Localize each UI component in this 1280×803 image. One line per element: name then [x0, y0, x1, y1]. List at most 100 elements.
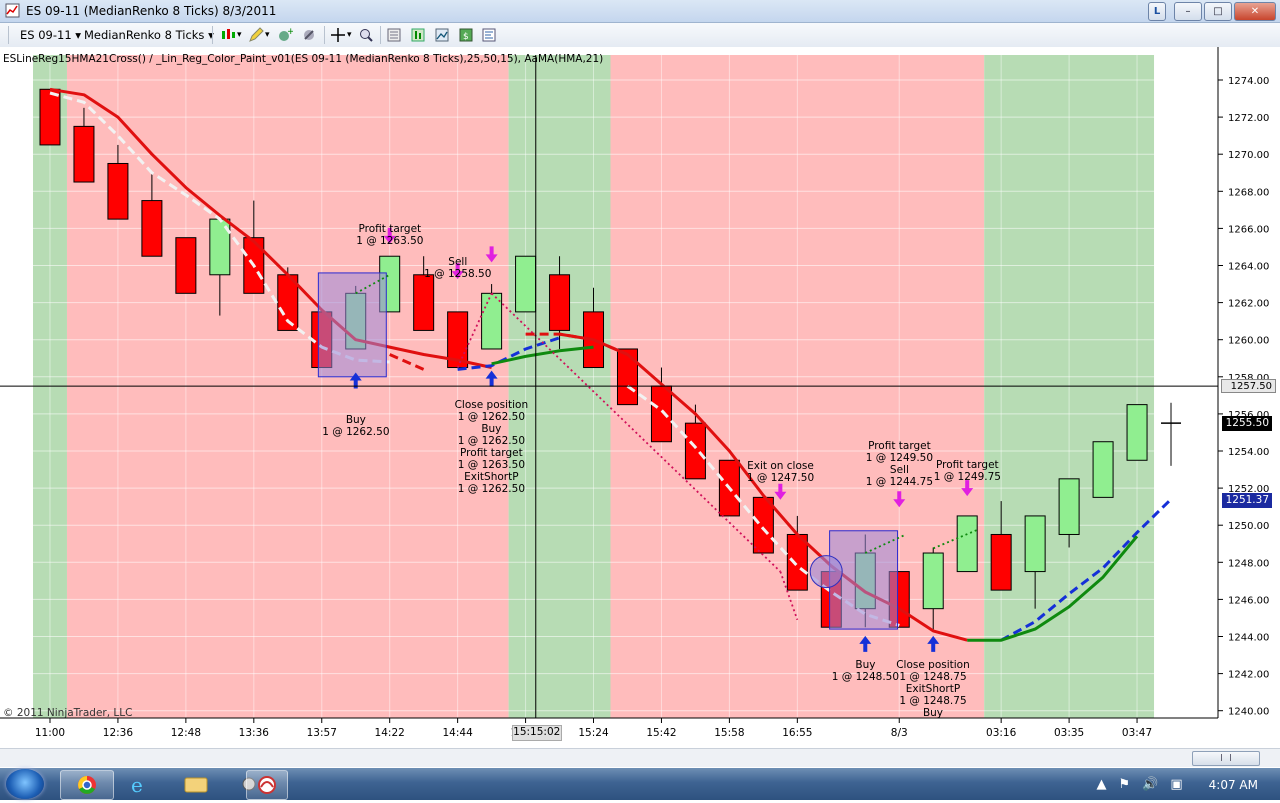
annotation-line: 1 @ 1262.50	[457, 411, 525, 424]
price-tick-label: 1270.00	[1228, 150, 1269, 161]
time-tick-label: 03:47	[1122, 727, 1152, 739]
annotation-line: ExitShortP	[464, 471, 519, 484]
svg-text:e: e	[131, 773, 143, 797]
candle-down	[39, 88, 61, 146]
candle-up	[922, 552, 944, 610]
indicator-label: ESLineReg15HMA21Cross() / _Lin_Reg_Color…	[3, 53, 604, 65]
annotation-line: Sell	[448, 256, 468, 269]
price-tick-label: 1268.00	[1228, 187, 1269, 198]
start-button[interactable]	[6, 769, 44, 799]
time-tick-label: 15:58	[714, 727, 744, 739]
time-tick-label: 15:24	[578, 727, 609, 739]
price-tick-label: 1272.00	[1228, 113, 1269, 124]
candle-down	[141, 200, 163, 257]
annotation-line: Profit target	[358, 222, 422, 235]
scrollbar-grip-icon	[1221, 754, 1231, 761]
horizontal-scrollbar[interactable]	[0, 748, 1280, 767]
price-tick-label: 1244.00	[1228, 633, 1269, 644]
annotation-line: 1 @ 1262.50	[457, 435, 525, 448]
time-tick-label: 12:48	[171, 727, 201, 739]
price-tick-label: 1246.00	[1228, 595, 1269, 606]
time-tick-label: 11:00	[35, 727, 65, 739]
candle-up	[515, 255, 537, 313]
time-tick-label: 16:55	[782, 727, 812, 739]
time-tick-label: 8/3	[891, 727, 908, 739]
annotation-line: Profit target	[868, 440, 931, 453]
annotation-line: 1 @ 1248.75	[899, 694, 967, 707]
trade-box	[317, 272, 387, 378]
annotation-line: 1 @ 1247.50	[746, 472, 815, 485]
clock-text[interactable]: 4:07 AM	[1209, 778, 1258, 792]
execution-annotation: Sell 1 @ 1258.50	[424, 256, 491, 280]
execution-annotation: Close position 1 @ 1248.75 ExitShortP 1 @ 1…	[896, 659, 970, 719]
annotation-line: 1 @ 1249.50	[865, 452, 934, 465]
time-tick-label: 03:35	[1054, 727, 1084, 739]
annotation-line: 1 @ 1262.50	[322, 425, 390, 438]
price-tick-label: 1262.00	[1228, 299, 1269, 310]
candle-down	[990, 533, 1012, 591]
execution-annotation: Profit target 1 @ 1249.75	[934, 459, 1001, 483]
execution-annotation: Close position 1 @ 1262.50 Buy 1 @ 1262.50 P…	[455, 399, 529, 495]
annotation-line: Sell	[889, 464, 909, 477]
network-icon[interactable]: ▣	[1170, 777, 1182, 792]
folder-icon	[184, 777, 208, 793]
taskbar-internet-explorer[interactable]: e	[115, 770, 167, 798]
annotation-line: 1 @ 1263.50	[457, 459, 525, 472]
price-tick-label: 1254.00	[1228, 447, 1269, 458]
taskbar-ninjatrader[interactable]	[246, 770, 288, 800]
annotation-line: Close position	[454, 399, 529, 412]
annotation-line: Buy	[855, 658, 876, 671]
price-tick-label: 1274.00	[1228, 76, 1269, 87]
internet-explorer-icon: e	[131, 773, 143, 797]
show-hidden-icons-icon[interactable]: ▲	[1097, 777, 1107, 792]
candle-down	[650, 385, 672, 443]
execution-annotation: Profit target 1 @ 1249.50 Sell 1 @ 1244.75	[866, 440, 933, 488]
annotation-line: Buy	[345, 413, 366, 426]
execution-annotation: Exit on close 1 @ 1247.50	[747, 460, 814, 484]
candle-down	[107, 162, 129, 220]
candle-down	[684, 422, 706, 480]
ninjatrader-icon	[258, 776, 276, 794]
candle-down	[616, 348, 638, 406]
annotation-line: Close position	[896, 658, 970, 671]
execution-annotation: Buy 1 @ 1248.50	[832, 659, 899, 683]
annotation-line: 1 @ 1244.75	[865, 476, 934, 489]
price-chart[interactable]: 1274.00 1272.00 1270.00 1268.00 1266.00 1264.…	[0, 0, 1280, 748]
annotation-line: 1 @ 1249.75	[933, 470, 1001, 483]
system-tray: ▲ ⚑ 🔊 ▣ 4:07 AM	[1097, 777, 1272, 792]
annotation-line: Profit target	[460, 447, 523, 460]
annotation-line: 1 @ 1263.50	[356, 234, 424, 247]
candle-down	[413, 274, 435, 331]
candle-up	[1024, 515, 1046, 573]
exit-circle-marker	[809, 555, 843, 589]
candle-up	[1058, 478, 1080, 535]
price-tick-label: 1242.00	[1228, 670, 1269, 681]
execution-annotation: Buy 1 @ 1262.50	[322, 414, 389, 438]
price-tick-label: 1260.00	[1228, 336, 1269, 347]
annotation-line: Profit target	[936, 458, 999, 471]
time-tick-label: 14:22	[375, 727, 405, 739]
annotation-line: 1 @ 1258.50	[424, 268, 492, 281]
time-tick-label: 12:36	[103, 727, 134, 739]
crosshair-price-badge: 1257.50	[1221, 379, 1276, 394]
indicator-value-badge: 1251.37	[1222, 492, 1272, 508]
volume-icon[interactable]: 🔊	[1142, 777, 1158, 792]
time-tick-label: 13:36	[239, 727, 270, 739]
price-tick-label: 1264.00	[1228, 262, 1269, 273]
execution-annotation: Profit target 1 @ 1263.50	[356, 223, 423, 247]
action-center-flag-icon[interactable]: ⚑	[1119, 777, 1131, 792]
candle-up	[1126, 404, 1148, 461]
taskbar-chrome[interactable]	[60, 770, 114, 800]
windows-taskbar: e ▲ ⚑ 🔊 ▣ 4:07 AM	[0, 768, 1280, 800]
time-tick-label: 03:16	[986, 727, 1017, 739]
annotation-line: 1 @ 1262.50	[457, 483, 525, 496]
time-tick-label: 15:42	[646, 727, 676, 739]
taskbar-explorer[interactable]	[170, 770, 222, 798]
trend-background-layer	[0, 47, 1218, 718]
annotation-line: Buy	[922, 706, 944, 719]
candle-down	[549, 274, 571, 331]
annotation-line: 1 @ 1248.50	[831, 670, 900, 683]
price-tick-label: 1248.00	[1228, 558, 1269, 569]
candle-up	[1092, 441, 1114, 498]
price-tick-label: 1240.00	[1228, 707, 1269, 718]
